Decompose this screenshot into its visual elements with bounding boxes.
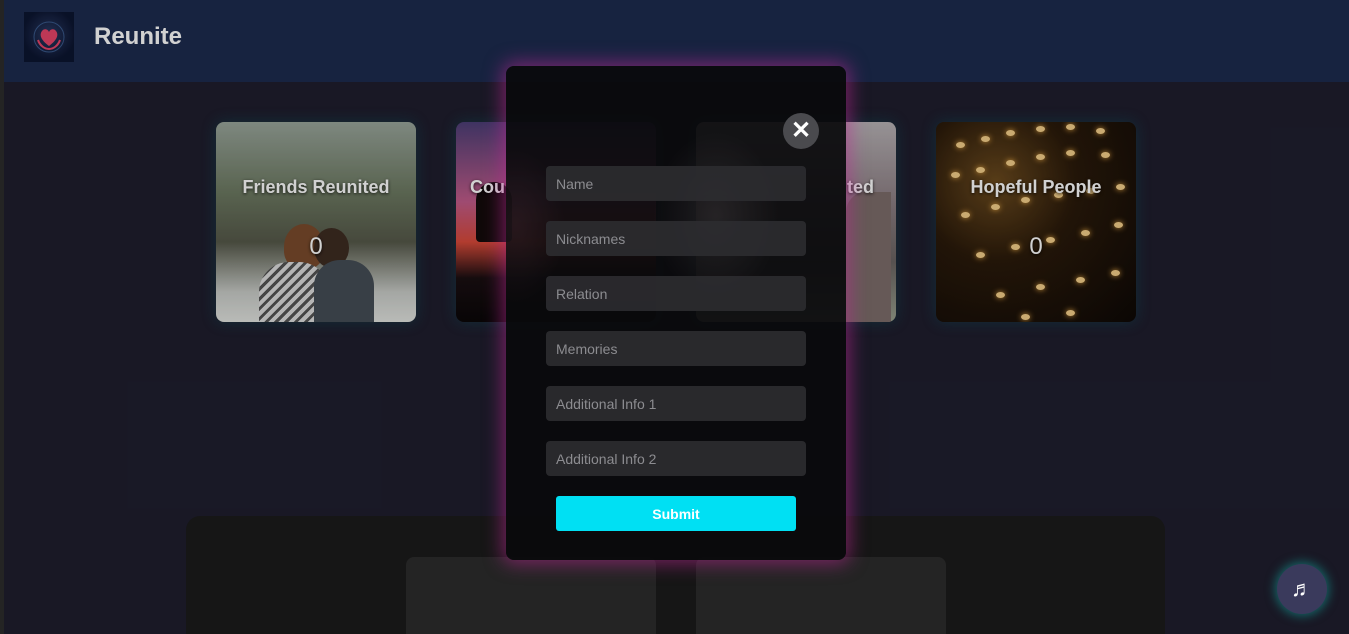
add-person-modal: ✕ Submit [506, 66, 846, 560]
nicknames-input[interactable] [546, 221, 806, 256]
additional-info-2-input[interactable] [546, 441, 806, 476]
memories-input[interactable] [546, 331, 806, 366]
music-toggle-button[interactable]: ♬ [1277, 564, 1327, 614]
additional-info-1-input[interactable] [546, 386, 806, 421]
name-input[interactable] [546, 166, 806, 201]
submit-button[interactable]: Submit [556, 496, 796, 531]
close-button[interactable]: ✕ [783, 113, 819, 149]
close-icon: ✕ [790, 117, 812, 144]
relation-input[interactable] [546, 276, 806, 311]
music-note-icon: ♬ [1291, 576, 1313, 601]
